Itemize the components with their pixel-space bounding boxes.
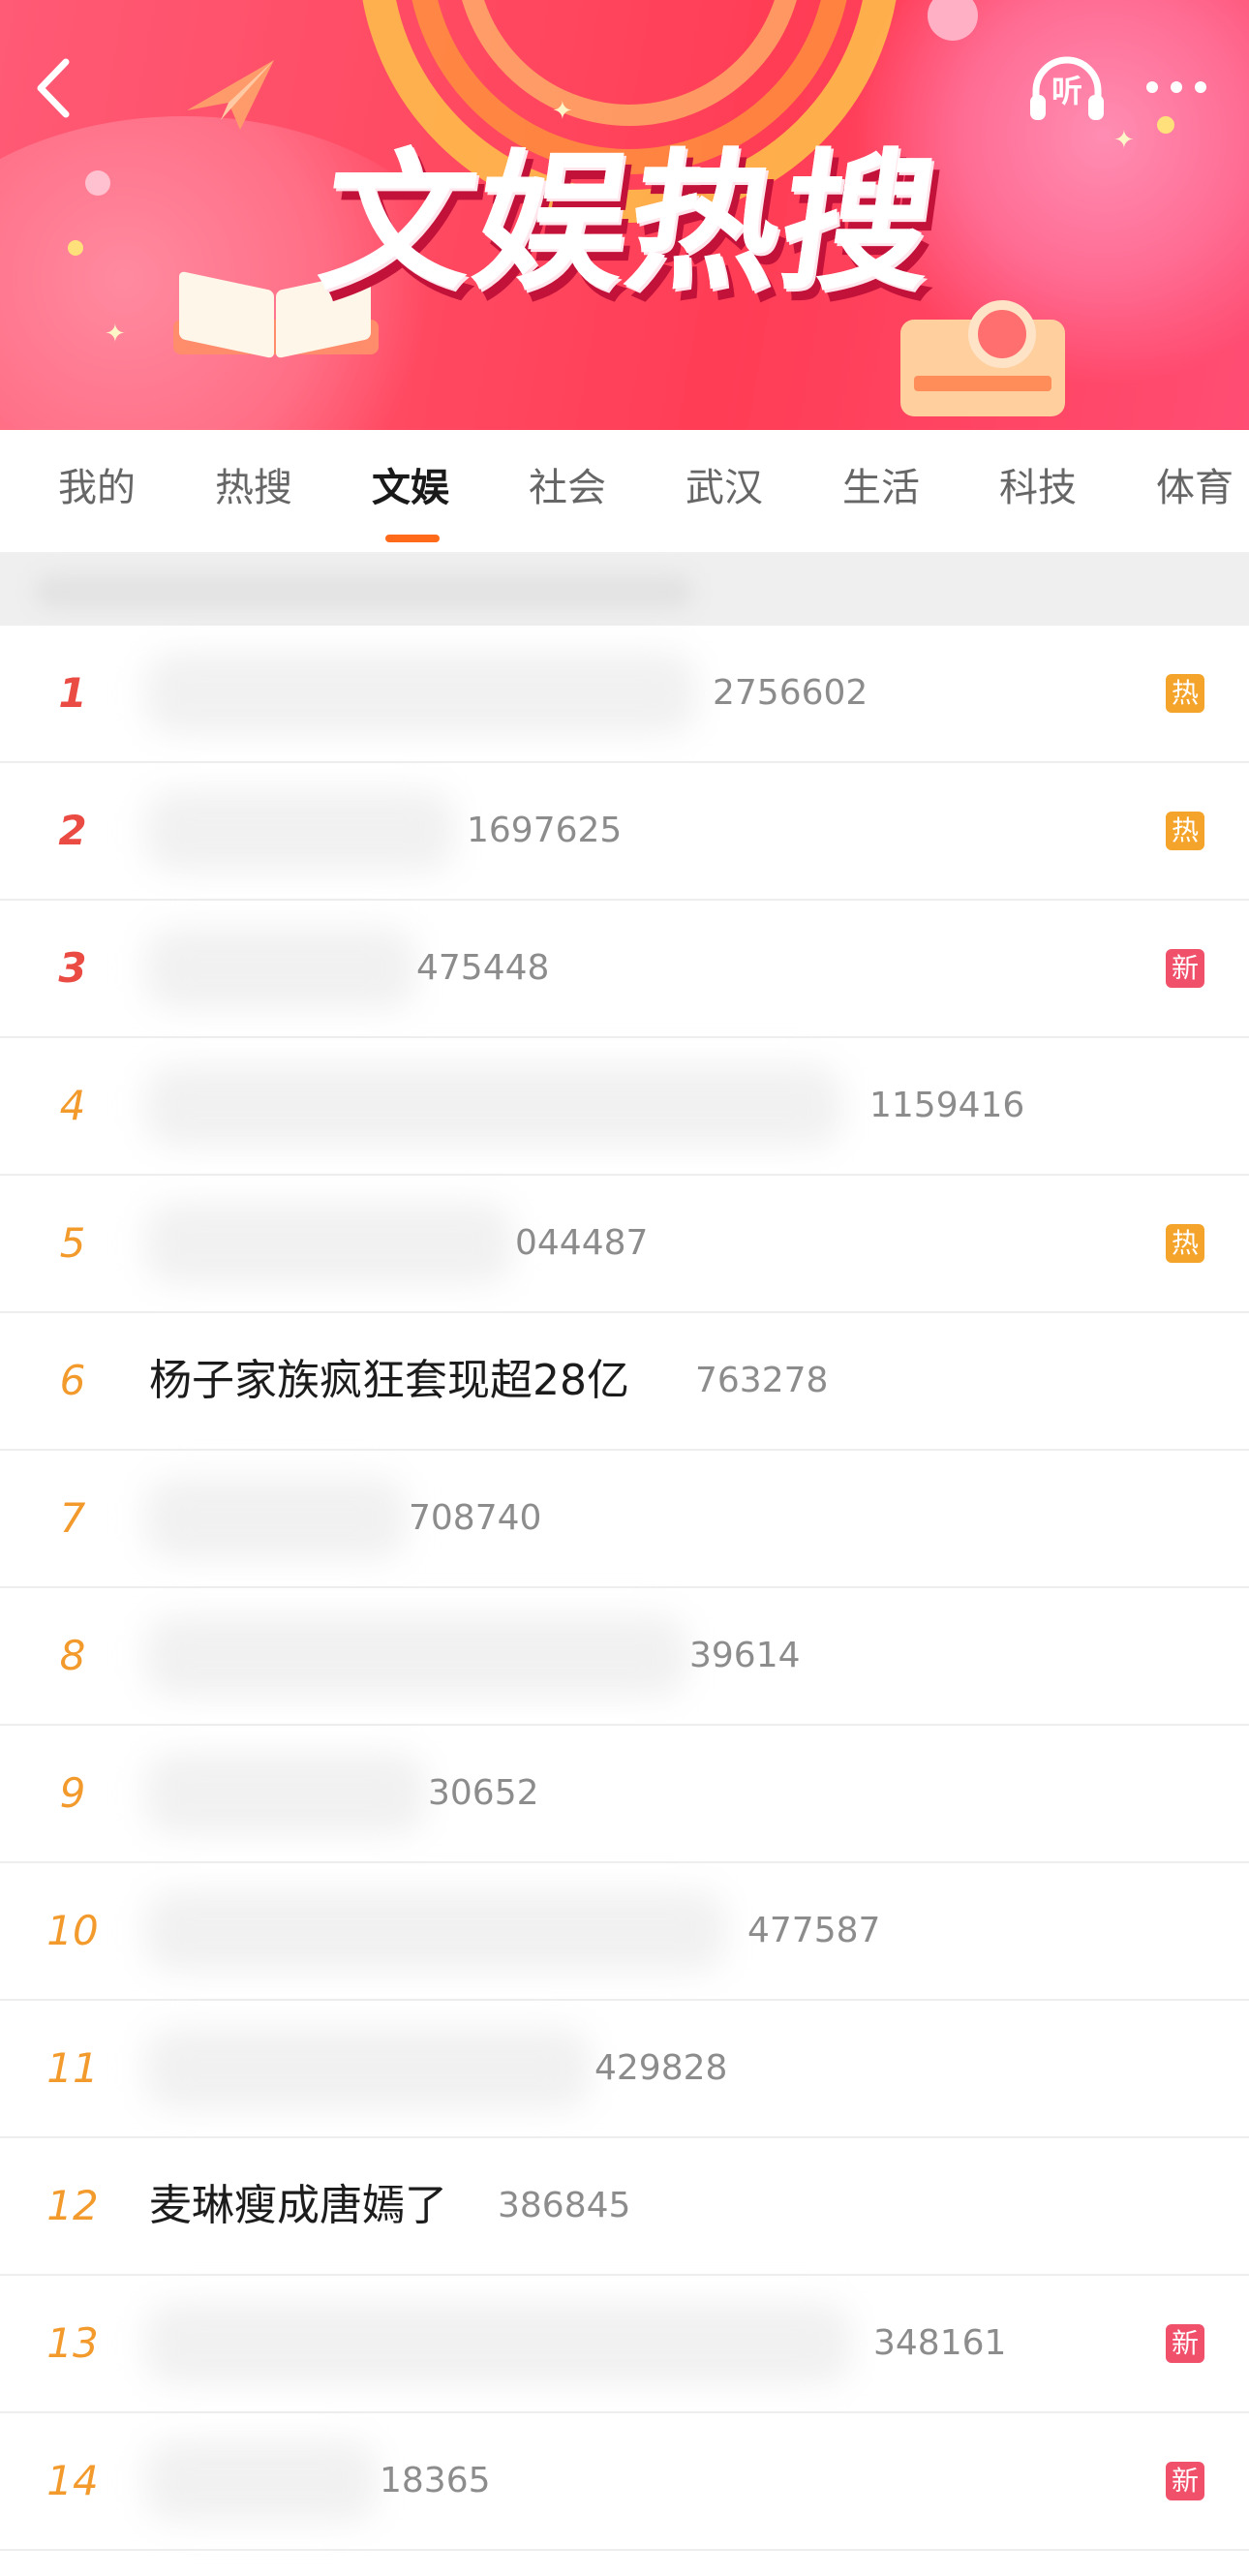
- banner-dot-decoration: [68, 240, 83, 256]
- list-item[interactable]: 8 39614: [0, 1588, 1249, 1726]
- blurred-notice-bar: [0, 554, 1249, 626]
- tab-sports[interactable]: 体育: [1156, 459, 1234, 517]
- heat-count: 763278: [695, 1361, 829, 1400]
- banner-dot-decoration: [1157, 116, 1174, 134]
- active-tab-indicator: [385, 535, 440, 542]
- rank-number: 13: [46, 2319, 99, 2367]
- heat-count: 477587: [747, 1911, 881, 1950]
- redacted-topic: [145, 2440, 378, 2522]
- heat-count: 708740: [409, 1498, 542, 1538]
- rank-number: 4: [59, 1082, 86, 1129]
- heat-count: 30652: [428, 1773, 539, 1813]
- heat-count: 39614: [689, 1636, 801, 1675]
- rank-number: 2: [58, 807, 87, 854]
- rank-number: 10: [46, 1907, 99, 1954]
- heat-count: 386845: [498, 2186, 631, 2225]
- list-item[interactable]: 11 429828: [0, 2001, 1249, 2138]
- list-item[interactable]: 13 348161 新: [0, 2276, 1249, 2413]
- tab-tech[interactable]: 科技: [999, 459, 1077, 517]
- rank-number: 7: [59, 1494, 86, 1542]
- heat-count: 2756602: [713, 673, 868, 713]
- category-tab-bar: 我的 热搜 文娱 社会 武汉 生活 科技 体育: [0, 430, 1249, 554]
- rank-number: 3: [58, 944, 87, 992]
- redacted-topic: [145, 1615, 687, 1697]
- heat-count: 18365: [380, 2461, 491, 2500]
- new-badge: 新: [1166, 2462, 1204, 2500]
- redacted-topic: [145, 2028, 591, 2109]
- redacted-topic: [145, 1203, 513, 1284]
- hot-badge: 热: [1166, 674, 1204, 713]
- list-item[interactable]: 12 麦琳瘦成唐嫣了 386845: [0, 2138, 1249, 2276]
- list-item[interactable]: 3 475448 新: [0, 901, 1249, 1038]
- redacted-topic: [145, 790, 455, 872]
- list-item[interactable]: 9 30652: [0, 1726, 1249, 1863]
- back-arrow-icon[interactable]: [25, 52, 83, 124]
- list-item[interactable]: 4 1159416: [0, 1038, 1249, 1176]
- rank-number: 8: [59, 1632, 86, 1679]
- tab-life[interactable]: 生活: [842, 459, 920, 517]
- listen-button[interactable]: 听: [1026, 52, 1108, 124]
- banner-title-text: 文娱热搜: [311, 135, 948, 311]
- rank-number: 5: [59, 1219, 86, 1267]
- heat-count: 1697625: [467, 811, 623, 850]
- tab-society[interactable]: 社会: [529, 459, 606, 517]
- list-item[interactable]: 5 044487 热: [0, 1176, 1249, 1313]
- banner-dot-decoration: [85, 170, 110, 196]
- rank-number: 6: [59, 1357, 86, 1404]
- list-item[interactable]: 7 708740: [0, 1451, 1249, 1588]
- list-item[interactable]: 10 477587: [0, 1863, 1249, 2001]
- heat-count: 429828: [594, 2048, 728, 2088]
- sparkle-icon: ✦: [552, 97, 573, 126]
- rank-number: 9: [59, 1769, 86, 1817]
- tab-mine[interactable]: 我的: [58, 459, 136, 517]
- redacted-topic: [145, 928, 416, 1009]
- heat-count: 1159416: [869, 1086, 1025, 1125]
- sparkle-icon: ✦: [105, 320, 126, 349]
- header-banner: ✦ ✦ ✦ 文娱热搜 文娱热搜 听: [0, 0, 1249, 430]
- hot-search-list: 1 2756602 热 2 1697625 热 3 475448 新 4 115…: [0, 626, 1249, 2551]
- tab-hot-search[interactable]: 热搜: [215, 459, 292, 517]
- rank-number: 12: [46, 2182, 99, 2229]
- rank-number: 11: [46, 2044, 99, 2092]
- more-dots-icon[interactable]: [1142, 76, 1210, 99]
- redacted-topic: [145, 653, 697, 734]
- rank-number: 1: [58, 669, 87, 717]
- new-badge: 新: [1166, 2324, 1204, 2363]
- heat-count: 044487: [515, 1223, 649, 1263]
- list-item[interactable]: 6 杨子家族疯狂套现超28亿 763278: [0, 1313, 1249, 1451]
- topic-title: 麦琳瘦成唐嫣了: [149, 2181, 447, 2230]
- redacted-topic: [145, 2303, 852, 2384]
- banner-title: 文娱热搜 文娱热搜: [261, 126, 997, 322]
- list-item[interactable]: 1 2756602 热: [0, 626, 1249, 763]
- tab-entertainment[interactable]: 文娱: [372, 459, 449, 517]
- listen-label: 听: [1051, 73, 1082, 109]
- redacted-topic: [145, 1890, 726, 1972]
- redacted-topic: [145, 1478, 407, 1559]
- hot-badge: 热: [1166, 1224, 1204, 1263]
- tab-wuhan[interactable]: 武汉: [685, 459, 763, 517]
- redacted-topic: [145, 1065, 842, 1147]
- redacted-topic: [145, 1753, 426, 1834]
- list-item[interactable]: 2 1697625 热: [0, 763, 1249, 901]
- topic-title: 杨子家族疯狂套现超28亿: [149, 1356, 629, 1405]
- heat-count: 348161: [873, 2323, 1007, 2363]
- hot-badge: 热: [1166, 812, 1204, 850]
- list-item[interactable]: 14 18365 新: [0, 2413, 1249, 2551]
- new-badge: 新: [1166, 949, 1204, 988]
- rank-number: 14: [46, 2457, 99, 2504]
- heat-count: 475448: [416, 948, 550, 988]
- sparkle-icon: ✦: [1113, 126, 1135, 155]
